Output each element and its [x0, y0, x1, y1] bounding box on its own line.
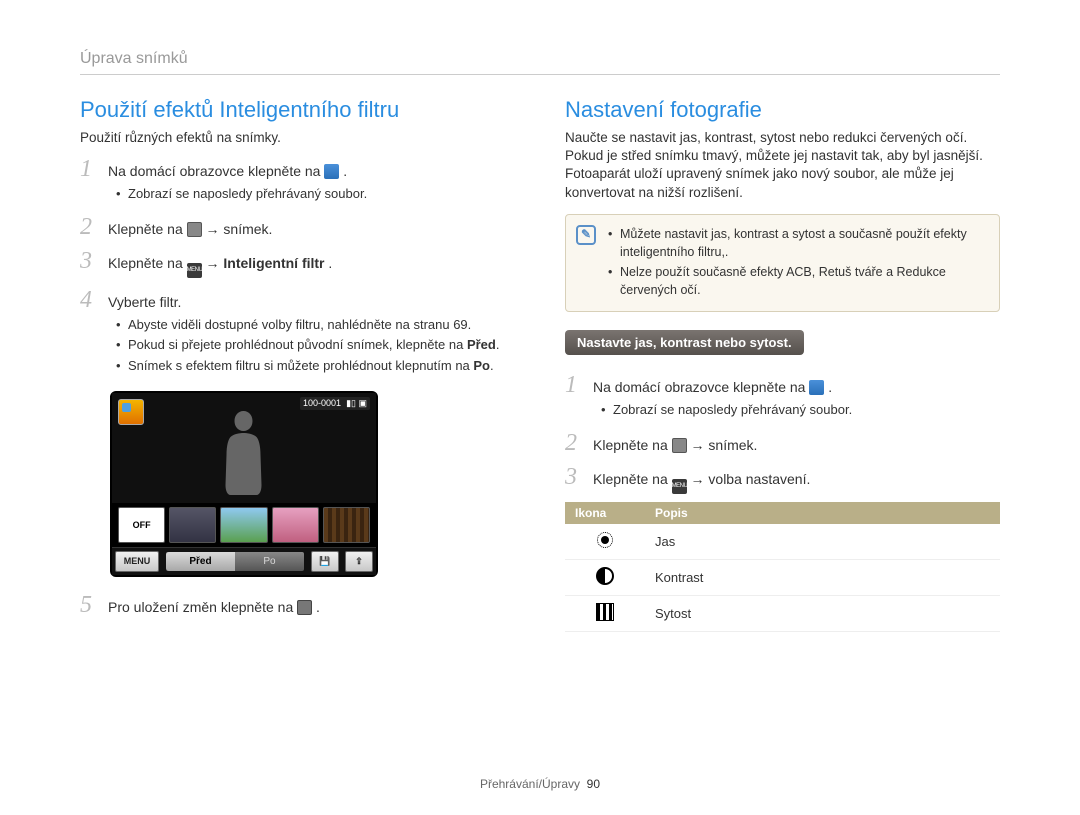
menu-button[interactable]: MENU	[115, 551, 159, 572]
note-bullet-1: Můžete nastavit jas, kontrast a sytost a…	[608, 225, 987, 261]
step5-text-a: Pro uložení změn klepněte na	[108, 599, 297, 615]
playback-icon	[187, 222, 202, 237]
table-row: Jas	[565, 524, 1000, 560]
playback-icon	[672, 438, 687, 453]
step-number: 2	[565, 431, 583, 455]
brightness-icon	[596, 531, 614, 549]
save-button[interactable]: 💾	[311, 551, 339, 572]
note-bullet-2: Nelze použít současně efekty ACB, Retuš …	[608, 263, 987, 299]
step-number: 4	[80, 288, 98, 312]
arrow-icon: →	[691, 471, 709, 487]
rstep3-text-a: Klepněte na	[593, 471, 672, 487]
step-number: 5	[80, 593, 98, 617]
thumb-filter-3[interactable]	[272, 507, 319, 543]
th-icon: Ikona	[565, 502, 645, 524]
page-footer: Přehrávání/Úpravy 90	[0, 777, 1080, 791]
thumb-off[interactable]: OFF	[118, 507, 165, 543]
before-after-toggle[interactable]: Před Po	[165, 551, 305, 572]
filter-thumbnails: OFF	[112, 503, 376, 547]
rstep1-text-b: .	[828, 379, 832, 395]
table-row: Kontrast	[565, 560, 1000, 596]
step-4: 4 Vyberte filtr. Abyste viděli dostupné …	[80, 288, 515, 376]
step1-bullet: Zobrazí se naposledy přehrávaný soubor.	[116, 185, 515, 203]
step3-text-a: Klepněte na	[108, 255, 187, 271]
step4-bullet3: Snímek s efektem filtru si můžete prohlé…	[116, 357, 515, 375]
album-icon	[324, 164, 339, 179]
rstep2-text-a: Klepněte na	[593, 437, 672, 453]
album-icon	[809, 380, 824, 395]
step-1: 1 Na domácí obrazovce klepněte na . Zobr…	[80, 157, 515, 205]
r-step-3: 3 Klepněte na MENU → volba nastavení.	[565, 465, 1000, 494]
page-number: 90	[587, 777, 600, 791]
r-step-2: 2 Klepněte na → snímek.	[565, 431, 1000, 455]
left-desc: Použití různých efektů na snímky.	[80, 129, 515, 147]
step1-text-b: .	[343, 163, 347, 179]
rstep1-bullet: Zobrazí se naposledy přehrávaný soubor.	[601, 401, 1000, 419]
saturation-icon	[596, 603, 614, 621]
right-column: Nastavení fotografie Naučte se nastavit …	[565, 97, 1000, 632]
step-number: 2	[80, 215, 98, 239]
step4-bullet1: Abyste viděli dostupné volby filtru, nah…	[116, 316, 515, 334]
step-number: 1	[565, 373, 583, 397]
row-saturation-label: Sytost	[645, 596, 1000, 632]
menu-icon: MENU	[672, 479, 687, 494]
rstep2-text-b: snímek.	[708, 437, 757, 453]
step-number: 3	[80, 249, 98, 273]
step2-text-a: Klepněte na	[108, 221, 187, 237]
arrow-icon: →	[206, 221, 224, 237]
footer-section: Přehrávání/Úpravy	[480, 777, 580, 791]
camera-screen-mockup: 100-0001 ▮▯ ▣ OFF MENU Před Po 💾	[110, 391, 378, 577]
step-2: 2 Klepněte na → snímek.	[80, 215, 515, 239]
step-3: 3 Klepněte na MENU → Inteligentní filtr …	[80, 249, 515, 278]
image-counter: 100-0001 ▮▯ ▣	[300, 397, 370, 410]
silhouette-preview	[217, 403, 272, 498]
left-heading: Použití efektů Inteligentního filtru	[80, 97, 515, 123]
rstep1-text-a: Na domácí obrazovce klepněte na	[593, 379, 809, 395]
breadcrumb: Úprava snímků	[80, 50, 1000, 75]
settings-table: Ikona Popis Jas Kontrast Sytost	[565, 502, 1000, 632]
menu-icon: MENU	[187, 263, 202, 278]
thumb-filter-2[interactable]	[220, 507, 267, 543]
before-tab[interactable]: Před	[166, 552, 235, 571]
table-row: Sytost	[565, 596, 1000, 632]
save-icon	[297, 600, 312, 615]
left-column: Použití efektů Inteligentního filtru Pou…	[80, 97, 515, 632]
subsection-pill: Nastavte jas, kontrast nebo sytost.	[565, 330, 804, 355]
rstep3-text-b: volba nastavení.	[708, 471, 810, 487]
step3-text-b: .	[328, 255, 332, 271]
note-box: ✎ Můžete nastavit jas, kontrast a sytost…	[565, 214, 1000, 313]
contrast-icon	[596, 567, 614, 585]
after-tab[interactable]: Po	[235, 552, 304, 571]
screen-bottom-bar: MENU Před Po 💾 ⇪	[112, 547, 376, 575]
step3-bold: Inteligentní filtr	[223, 255, 324, 271]
arrow-icon: →	[206, 255, 224, 271]
row-contrast-label: Kontrast	[645, 560, 1000, 596]
r-step-1: 1 Na domácí obrazovce klepněte na . Zobr…	[565, 373, 1000, 421]
step5-text-b: .	[316, 599, 320, 615]
right-heading: Nastavení fotografie	[565, 97, 1000, 123]
step-number: 3	[565, 465, 583, 489]
filter-mode-icon	[118, 399, 144, 425]
export-button[interactable]: ⇪	[345, 551, 373, 572]
note-icon: ✎	[576, 225, 596, 245]
right-desc: Naučte se nastavit jas, kontrast, sytost…	[565, 129, 1000, 202]
step4-bullet2: Pokud si přejete prohlédnout původní sní…	[116, 336, 515, 354]
row-brightness-label: Jas	[645, 524, 1000, 560]
thumb-filter-1[interactable]	[169, 507, 216, 543]
step1-text-a: Na domácí obrazovce klepněte na	[108, 163, 324, 179]
step-number: 1	[80, 157, 98, 181]
th-desc: Popis	[645, 502, 1000, 524]
thumb-filter-4[interactable]	[323, 507, 370, 543]
arrow-icon: →	[691, 437, 709, 453]
step4-text: Vyberte filtr.	[108, 294, 181, 310]
step2-text-b: snímek.	[223, 221, 272, 237]
step-5: 5 Pro uložení změn klepněte na .	[80, 593, 515, 617]
